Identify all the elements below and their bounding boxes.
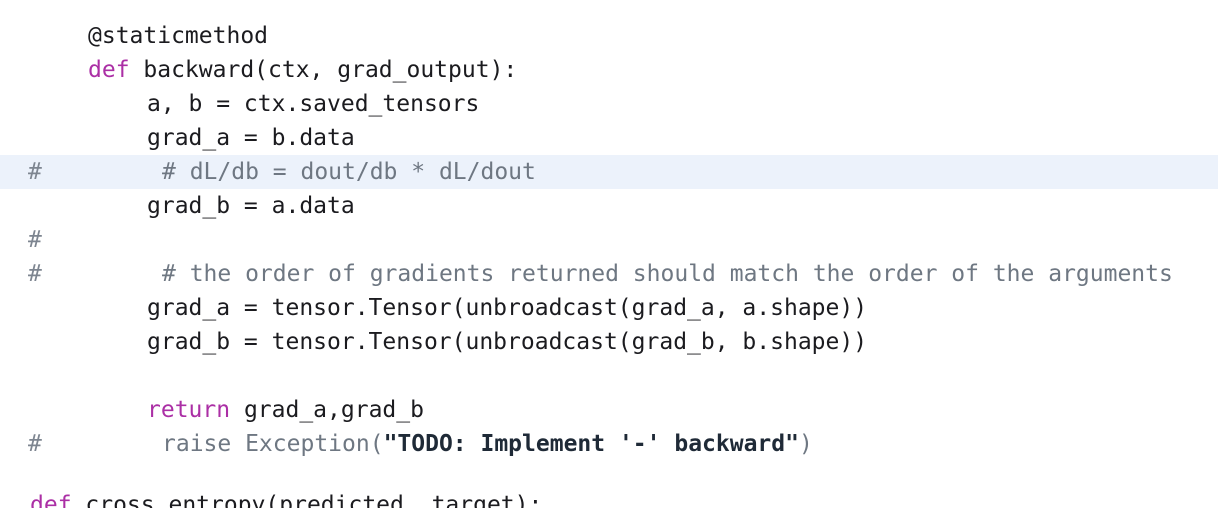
code-line-12: return grad_a,grad_b <box>0 393 1218 427</box>
comment-text: # the order of gradients returned should… <box>162 261 1173 287</box>
code-line-4: grad_a = b.data <box>0 121 1218 155</box>
code-line-6: grad_b = a.data <box>0 189 1218 223</box>
keyword-return: return <box>147 397 231 423</box>
code-text: a, b = ctx.saved_tensors <box>147 91 480 117</box>
line-comment-marker: # <box>28 261 42 287</box>
comment-text: raise Exception( <box>162 431 384 457</box>
code-line-1: @staticmethod <box>0 19 1218 53</box>
comment-text: # dL/db = dout/db * dL/dout <box>162 159 536 185</box>
code-text: grad_a = tensor.Tensor(unbroadcast(grad_… <box>147 295 868 321</box>
keyword-def: def <box>88 57 130 83</box>
code-line-2: def backward(ctx, grad_output): <box>0 53 1218 87</box>
line-comment-marker: # <box>28 227 42 253</box>
code-line-7: # <box>0 223 1218 257</box>
line-comment-marker: # <box>28 431 42 457</box>
line-comment-marker: # <box>28 159 42 185</box>
code-line-13: # raise Exception("TODO: Implement '-' b… <box>0 427 1218 461</box>
function-signature: backward(ctx, grad_output): <box>129 57 518 83</box>
decorator: @staticmethod <box>88 23 269 49</box>
code-text: grad_a = b.data <box>147 125 355 151</box>
code-line-9: grad_a = tensor.Tensor(unbroadcast(grad_… <box>0 291 1218 325</box>
function-signature: cross_entropy(predicted, target): <box>71 492 543 508</box>
keyword-def: def <box>30 492 72 508</box>
string-literal: "TODO: Implement '-' backward" <box>383 431 799 457</box>
code-line-5-current[interactable]: # # dL/db = dout/db * dL/dout <box>0 155 1218 189</box>
code-line-3: a, b = ctx.saved_tensors <box>0 87 1218 121</box>
return-values: grad_a,grad_b <box>230 397 424 423</box>
code-line-10: grad_b = tensor.Tensor(unbroadcast(grad_… <box>0 325 1218 359</box>
comment-text: ) <box>798 431 813 457</box>
code-line-8: # # the order of gradients returned shou… <box>0 257 1218 291</box>
code-text: grad_b = a.data <box>147 193 355 219</box>
code-editor[interactable]: @staticmethod def backward(ctx, grad_out… <box>0 0 1218 508</box>
code-line-15-partial: def cross_entropy(predicted, target): <box>0 488 1218 508</box>
code-text: grad_b = tensor.Tensor(unbroadcast(grad_… <box>147 329 868 355</box>
